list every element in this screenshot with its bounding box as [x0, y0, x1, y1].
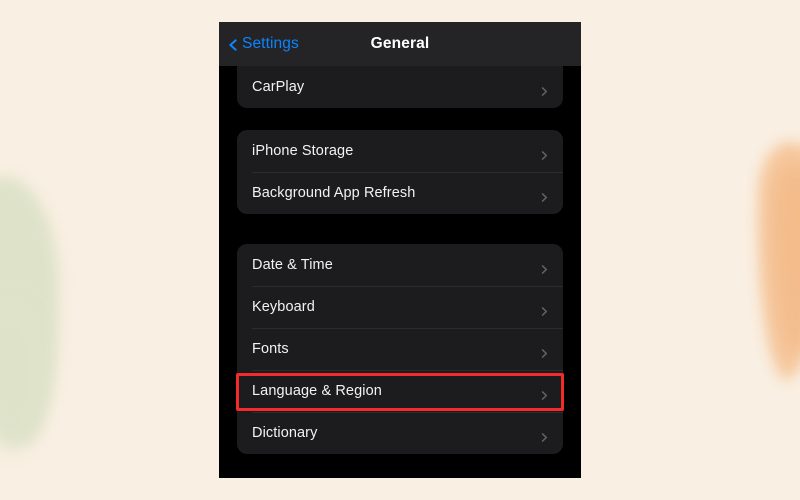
list-item[interactable]: Fonts: [237, 328, 563, 370]
navigation-bar: Settings General: [219, 22, 581, 66]
chevron-right-icon: [540, 345, 549, 358]
list-item-label: iPhone Storage: [252, 143, 354, 159]
list-item-label: Date & Time: [252, 257, 333, 273]
chevron-right-icon: [540, 147, 549, 160]
chevron-right-icon: [540, 261, 549, 274]
group-storage: iPhone Storage Background App Refresh: [237, 130, 563, 214]
list-item-label: Fonts: [252, 341, 289, 357]
iphone-screen: CarPlay iPhone Storage Background App Refr…: [219, 22, 581, 478]
chevron-right-icon: [540, 189, 549, 202]
chevron-right-icon: [540, 429, 549, 442]
chevron-right-icon: [540, 83, 549, 96]
list-item-label: Language & Region: [252, 383, 382, 399]
group-carplay: CarPlay: [237, 66, 563, 108]
list-item-label: Keyboard: [252, 299, 315, 315]
list-item[interactable]: Date & Time: [237, 244, 563, 286]
chevron-right-icon: [540, 387, 549, 400]
group-localization: Date & Time Keyboard Fonts Language & Regio…: [237, 244, 563, 454]
list-item-label: Background App Refresh: [252, 185, 416, 201]
list-item-label: Dictionary: [252, 425, 318, 441]
chevron-right-icon: [540, 303, 549, 316]
list-item[interactable]: iPhone Storage: [237, 130, 563, 172]
list-item[interactable]: Dictionary: [237, 412, 563, 454]
settings-scroll-view[interactable]: CarPlay iPhone Storage Background App Refr…: [219, 22, 581, 478]
list-item-label: CarPlay: [252, 79, 305, 95]
list-item[interactable]: Background App Refresh: [237, 172, 563, 214]
list-item[interactable]: Keyboard: [237, 286, 563, 328]
back-to-settings-button[interactable]: Settings: [227, 22, 299, 66]
list-item[interactable]: Language & Region: [237, 370, 563, 412]
back-button-label: Settings: [242, 35, 299, 52]
chevron-left-icon: [227, 38, 239, 51]
list-item[interactable]: CarPlay: [237, 66, 563, 108]
